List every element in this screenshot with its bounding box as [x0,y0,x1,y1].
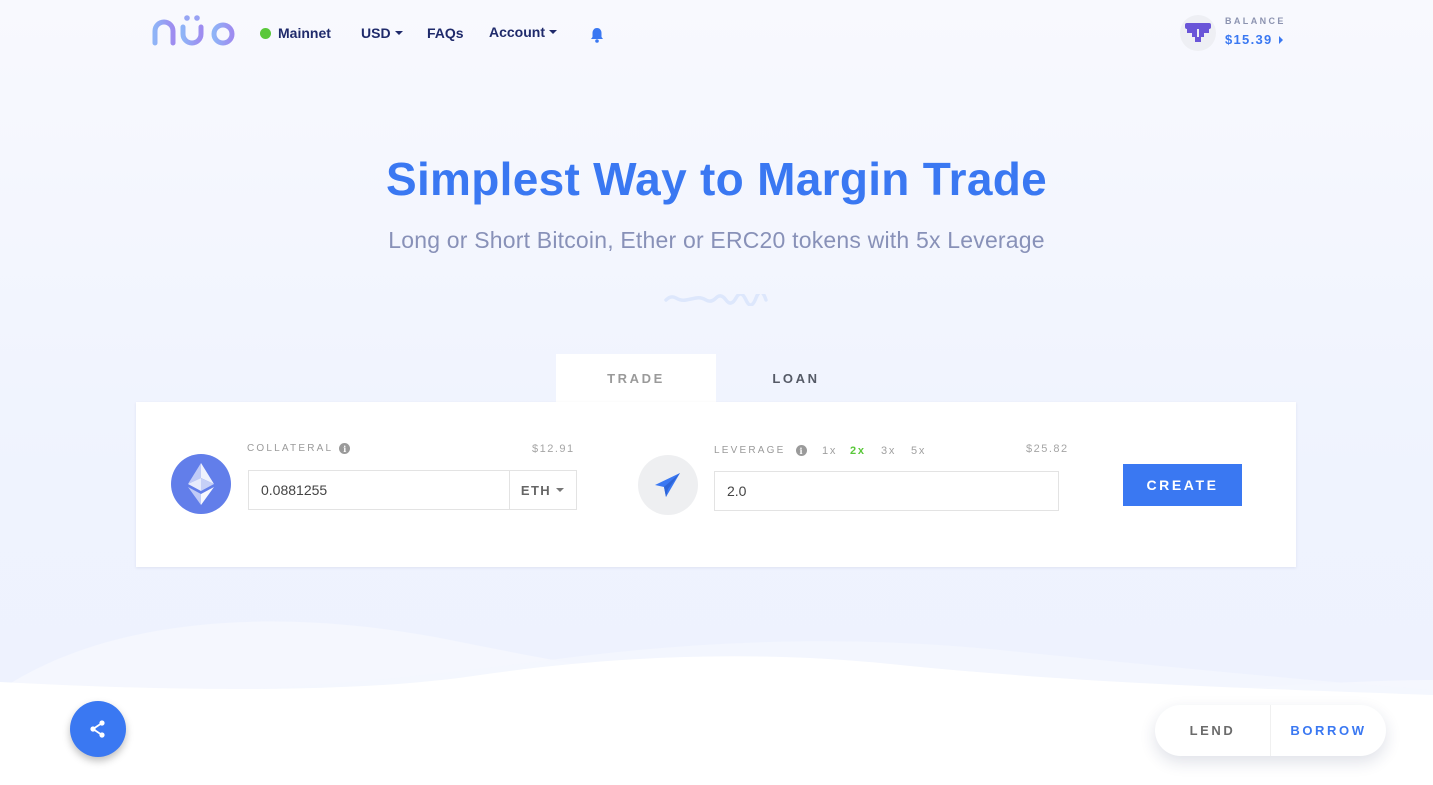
info-icon[interactable]: i [339,443,351,454]
collateral-label: COLLATERAL i [247,443,351,454]
page-title: Simplest Way to Margin Trade [385,153,1048,205]
faqs-label: FAQs [427,25,464,41]
leverage-usd-value: $25.82 [1026,443,1069,455]
balance-amount: $15.39 [1225,32,1273,47]
network-selector[interactable]: Mainnet [260,25,331,41]
eth-token-icon [171,454,231,514]
paper-plane-icon [655,473,680,497]
tab-loan[interactable]: LOAN [716,354,876,402]
leverage-label: LEVERAGE i [714,445,807,456]
tab-trade[interactable]: TRADE [556,354,716,402]
collateral-usd-value: $12.91 [532,443,575,455]
leverage-icon-circle [638,455,698,515]
leverage-label-text: LEVERAGE [714,445,786,456]
user-avatar[interactable] [1180,15,1216,51]
collateral-amount-input[interactable] [248,470,510,510]
leverage-option-2x[interactable]: 2x [850,445,866,457]
bell-icon[interactable] [590,27,604,43]
balance-value[interactable]: $15.39 [1225,32,1283,47]
share-button[interactable] [70,701,126,757]
create-button[interactable]: CREATE [1123,464,1242,506]
page-subtitle: Long or Short Bitcoin, Ether or ERC20 to… [388,227,1045,253]
currency-label: USD [361,25,391,41]
top-nav: Mainnet USD FAQs Account BALANCE $15.39 [0,0,1433,70]
leverage-option-1x[interactable]: 1x [822,445,837,457]
balance-label: BALANCE [1225,16,1286,26]
leverage-option-3x[interactable]: 3x [881,445,896,457]
leverage-option-5x[interactable]: 5x [911,445,926,457]
token-dropdown[interactable]: ETH [509,470,577,510]
chevron-down-icon [394,31,403,35]
nuo-logo[interactable] [150,12,238,46]
account-label: Account [489,24,545,40]
network-label: Mainnet [278,25,331,41]
currency-dropdown[interactable]: USD [361,25,403,41]
pixel-avatar-icon [1185,23,1211,42]
collateral-label-text: COLLATERAL [247,443,334,454]
share-icon [90,720,105,738]
faqs-link[interactable]: FAQs [427,25,464,41]
account-dropdown[interactable]: Account [489,24,557,40]
token-label: ETH [520,482,552,498]
lend-borrow-toggle: LEND BORROW [1155,705,1386,756]
squiggle-divider [664,294,768,306]
trade-form-card: COLLATERAL i $12.91 ETH LEVERAGE i 1x 2x… [136,402,1296,567]
lend-button[interactable]: LEND [1155,705,1271,756]
info-icon[interactable]: i [795,445,807,456]
network-status-dot [260,27,271,39]
chevron-down-icon [549,30,557,34]
chevron-down-icon [556,488,565,492]
leverage-input[interactable] [714,471,1059,511]
chevron-right-icon [1278,35,1283,44]
borrow-button[interactable]: BORROW [1271,705,1386,756]
